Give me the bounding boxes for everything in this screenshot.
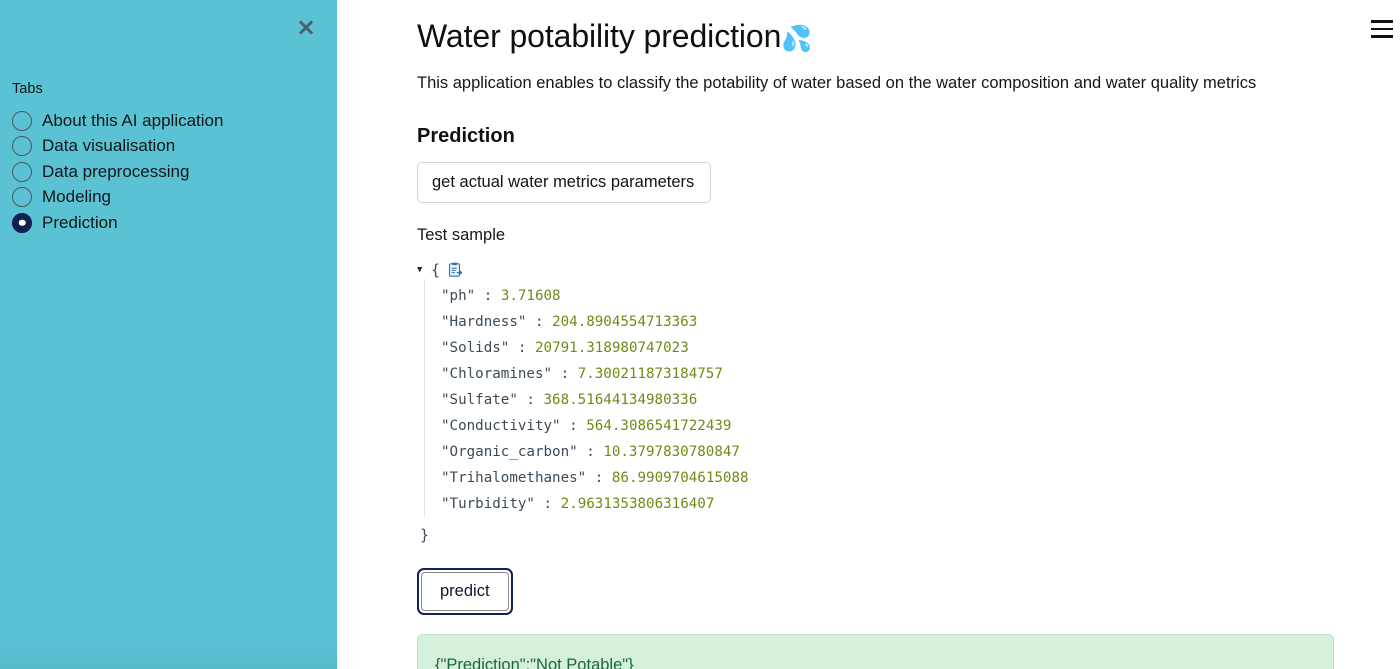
page-title-text: Water potability prediction	[417, 18, 781, 54]
json-key: "Conductivity"	[441, 418, 561, 434]
json-row-hardness: "Hardness" : 204.8904554713363	[441, 309, 1400, 335]
predict-button-focus-ring: predict	[417, 568, 513, 615]
prediction-result-box: {"Prediction":"Not Potable"}	[417, 634, 1334, 669]
radio-icon-modeling[interactable]	[12, 187, 32, 207]
radio-icon-prediction[interactable]	[12, 213, 32, 233]
json-colon: :	[586, 444, 595, 460]
json-colon: :	[595, 470, 604, 486]
json-row-conductivity: "Conductivity" : 564.3086541722439	[441, 413, 1400, 439]
chevron-down-icon[interactable]: ▼	[417, 261, 429, 279]
json-row-solids: "Solids" : 20791.318980747023	[441, 335, 1400, 361]
json-key: "Solids"	[441, 340, 509, 356]
json-colon: :	[484, 288, 493, 304]
radio-icon-data-preprocessing[interactable]	[12, 162, 32, 182]
json-colon: :	[561, 366, 570, 382]
json-value: 204.8904554713363	[552, 314, 697, 330]
json-entry-list: "ph" : 3.71608 "Hardness" : 204.89045547…	[424, 279, 1400, 517]
sidebar-item-data-visualisation[interactable]: Data visualisation	[12, 134, 312, 160]
json-open-brace: {	[431, 257, 440, 283]
json-value: 86.9909704615088	[612, 470, 749, 486]
hamburger-menu-icon[interactable]	[1371, 20, 1393, 38]
hamburger-line	[1371, 28, 1393, 31]
json-colon: :	[535, 314, 544, 330]
sidebar-item-modeling[interactable]: Modeling	[12, 185, 312, 211]
section-title-prediction: Prediction	[417, 123, 1400, 149]
json-row-organic-carbon: "Organic_carbon" : 10.3797830780847	[441, 439, 1400, 465]
json-close-brace: }	[420, 522, 1400, 548]
json-colon: :	[518, 340, 527, 356]
json-value: 368.51644134980336	[544, 392, 698, 408]
json-row-sulfate: "Sulfate" : 368.51644134980336	[441, 387, 1400, 413]
json-value: 20791.318980747023	[535, 340, 689, 356]
page-subtitle: This application enables to classify the…	[417, 72, 1400, 94]
sidebar-bottom-shade	[0, 633, 337, 669]
json-colon: :	[569, 418, 578, 434]
json-key: "ph"	[441, 288, 475, 304]
sidebar: × Tabs About this AI application Data vi…	[0, 0, 337, 669]
app-root: × Tabs About this AI application Data vi…	[0, 0, 1400, 669]
json-colon: :	[544, 496, 553, 512]
sidebar-item-label: Data preprocessing	[42, 162, 189, 182]
water-droplets-icon: 💦	[781, 24, 812, 53]
json-row-trihalomethanes: "Trihalomethanes" : 86.9909704615088	[441, 465, 1400, 491]
sidebar-item-data-preprocessing[interactable]: Data preprocessing	[12, 159, 312, 185]
json-row-turbidity: "Turbidity" : 2.9631353806316407	[441, 491, 1400, 517]
json-viewer: ▼ { "ph" : 3.71608	[417, 261, 1400, 548]
sidebar-item-prediction[interactable]: Prediction	[12, 210, 312, 236]
sidebar-item-label: Data visualisation	[42, 136, 175, 156]
json-row-chloramines: "Chloramines" : 7.300211873184757	[441, 361, 1400, 387]
json-value: 564.3086541722439	[586, 418, 731, 434]
radio-icon-about[interactable]	[12, 111, 32, 131]
sidebar-item-label: Prediction	[42, 213, 118, 233]
json-key: "Turbidity"	[441, 496, 535, 512]
predict-button[interactable]: predict	[421, 572, 509, 611]
json-key: "Organic_carbon"	[441, 444, 578, 460]
json-value: 2.9631353806316407	[561, 496, 715, 512]
tab-list: About this AI application Data visualisa…	[12, 108, 312, 236]
json-value: 7.300211873184757	[578, 366, 723, 382]
prediction-result-text: {"Prediction":"Not Potable"}	[435, 656, 634, 669]
page-title: Water potability prediction💦	[417, 16, 1400, 59]
json-row-ph: "ph" : 3.71608	[441, 283, 1400, 309]
json-colon: :	[526, 392, 535, 408]
json-key: "Hardness"	[441, 314, 526, 330]
sidebar-item-label: Modeling	[42, 187, 111, 207]
hamburger-line	[1371, 20, 1393, 23]
main-content: Water potability prediction💦 This applic…	[337, 0, 1400, 669]
sidebar-item-label: About this AI application	[42, 111, 223, 131]
json-value: 10.3797830780847	[603, 444, 740, 460]
close-icon[interactable]: ×	[293, 14, 319, 40]
json-viewer-header: ▼ {	[417, 261, 1400, 279]
json-key: "Sulfate"	[441, 392, 518, 408]
json-value: 3.71608	[501, 288, 561, 304]
json-key: "Chloramines"	[441, 366, 552, 382]
json-key: "Trihalomethanes"	[441, 470, 586, 486]
sidebar-item-about[interactable]: About this AI application	[12, 108, 312, 134]
clipboard-copy-icon[interactable]	[448, 262, 463, 278]
tabs-heading: Tabs	[12, 81, 43, 97]
radio-icon-data-visualisation[interactable]	[12, 136, 32, 156]
test-sample-label: Test sample	[417, 225, 1400, 245]
hamburger-line	[1371, 35, 1393, 38]
get-actual-water-metrics-parameters-button[interactable]: get actual water metrics parameters	[417, 162, 711, 203]
